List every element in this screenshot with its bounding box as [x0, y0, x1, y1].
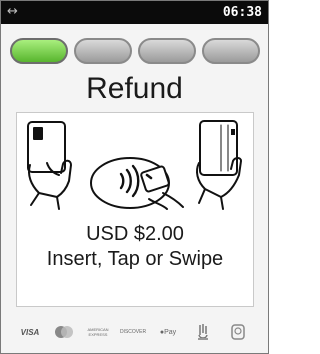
status-bar: ↔ 06:38	[1, 1, 268, 24]
step-progress	[10, 38, 262, 66]
refund-amount: USD $2.00	[86, 223, 184, 245]
visa-logo: VISA	[20, 327, 40, 337]
payment-methods-illustration	[27, 120, 242, 210]
accepted-payments-bar: VISA AMERICAN EXPRESS DISCOVER ● Pay	[1, 319, 268, 349]
status-time: 06:38	[222, 5, 262, 20]
page-title: Refund	[86, 72, 183, 105]
step-4-indicator	[202, 38, 260, 64]
expand-arrows-icon: ↔	[7, 4, 18, 19]
amex-logo: AMERICAN EXPRESS	[87, 327, 109, 337]
apple-pay-logo: ● Pay	[159, 328, 177, 336]
card-instruction: Insert, Tap or Swipe	[46, 248, 224, 270]
discover-logo: DISCOVER	[119, 329, 147, 335]
swipe-card-icon	[196, 120, 242, 210]
insert-card-icon	[27, 121, 72, 210]
contactless-tap-icon	[90, 157, 184, 210]
payment-prompt-panel: USD $2.00 Insert, Tap or Swipe	[16, 112, 254, 307]
step-1-indicator	[10, 38, 68, 64]
payment-terminal-screen: ↔ 06:38 Refund USD $2.00 Insert, Tap or …	[0, 0, 269, 354]
step-2-indicator	[74, 38, 132, 64]
mastercard-logo	[52, 323, 76, 341]
google-pay-logo	[191, 323, 215, 341]
samsung-pay-logo	[226, 323, 250, 341]
step-3-indicator	[138, 38, 196, 64]
